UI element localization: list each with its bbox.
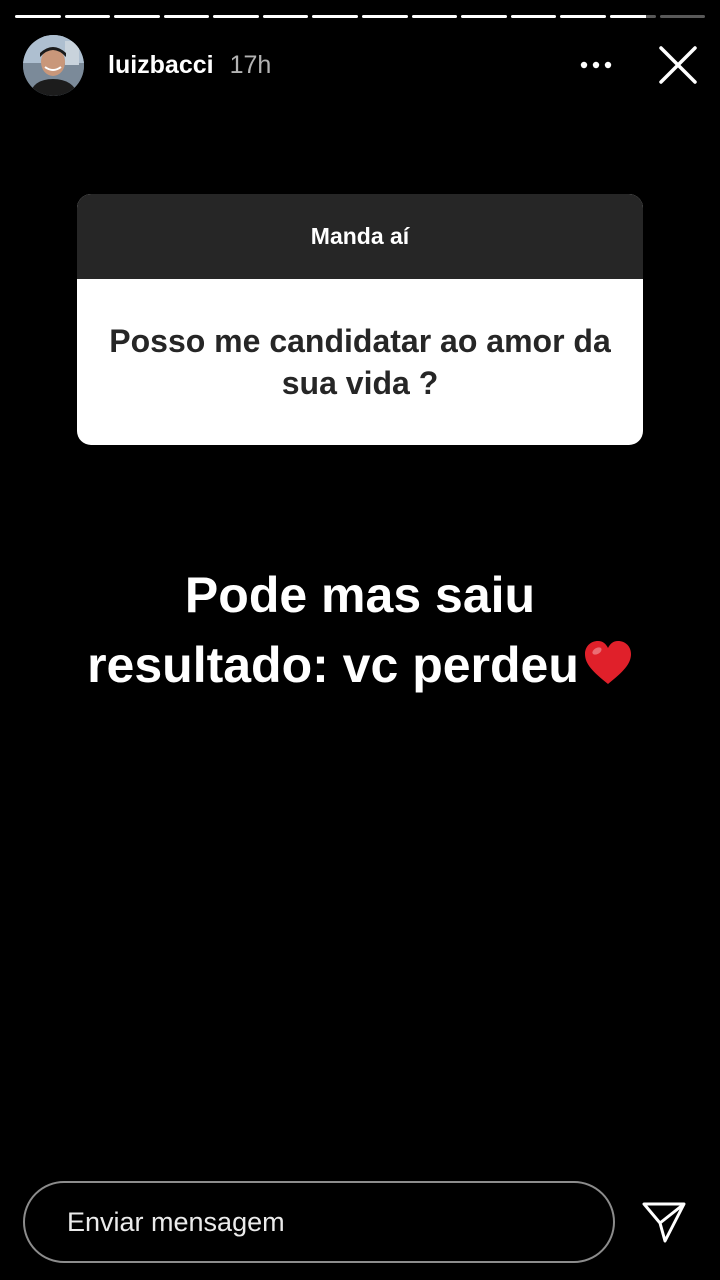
heart-icon: [583, 634, 633, 704]
progress-segment: [510, 15, 557, 18]
progress-segment-fill: [213, 15, 259, 18]
progress-segment: [411, 15, 458, 18]
progress-segment-fill: [609, 15, 647, 18]
answer-line-2: resultado: vc perdeu: [0, 630, 720, 704]
progress-segment: [114, 15, 160, 18]
progress-segment: [64, 15, 111, 18]
progress-segment-fill: [461, 15, 507, 18]
progress-segment-fill: [312, 15, 359, 18]
progress-segment: [312, 15, 359, 18]
progress-segment: [15, 15, 61, 18]
username[interactable]: luizbacci: [108, 51, 214, 80]
progress-segment: [461, 15, 507, 18]
progress-segment: [609, 15, 656, 18]
progress-segment-fill: [262, 15, 309, 18]
progress-segment-fill: [15, 15, 61, 18]
progress-segment: [262, 15, 309, 18]
avatar[interactable]: [23, 34, 84, 96]
progress-segment: [213, 15, 259, 18]
close-button[interactable]: [656, 43, 700, 87]
question-sticker-title: Manda aí: [77, 194, 643, 279]
progress-segment-fill: [411, 15, 458, 18]
post-time: 17h: [229, 50, 272, 79]
send-button[interactable]: [641, 1199, 687, 1245]
progress-segment-fill: [114, 15, 160, 18]
progress-segment-fill: [560, 15, 606, 18]
progress-segment: [659, 15, 706, 18]
profile-photo: [23, 34, 84, 96]
progress-segment: [362, 15, 408, 18]
progress-segment: [560, 15, 606, 18]
story-header: luizbacci 17h: [23, 34, 700, 96]
answer-line-1: Pode mas saiu: [184, 567, 536, 623]
story-progress-bar: [15, 15, 706, 19]
message-input[interactable]: [65, 1205, 589, 1239]
paper-plane-icon: [642, 1202, 686, 1243]
progress-segment-fill: [362, 15, 408, 18]
more-horizontal-icon: [580, 61, 612, 69]
progress-segment-fill: [510, 15, 557, 18]
answer-line-2-text: resultado: vc perdeu: [87, 637, 579, 693]
progress-segment-fill: [64, 15, 111, 18]
progress-segment: [163, 15, 210, 18]
more-options-button[interactable]: [576, 45, 616, 85]
progress-segment-fill: [163, 15, 210, 18]
message-bar: [23, 1181, 615, 1263]
question-sticker: Manda aí Posso me candidatar ao amor da …: [77, 194, 643, 445]
close-icon: [659, 46, 697, 84]
answer-text: Pode mas saiu resultado: vc perdeu: [0, 560, 720, 704]
question-text: Posso me candidatar ao amor da sua vida …: [109, 323, 611, 401]
